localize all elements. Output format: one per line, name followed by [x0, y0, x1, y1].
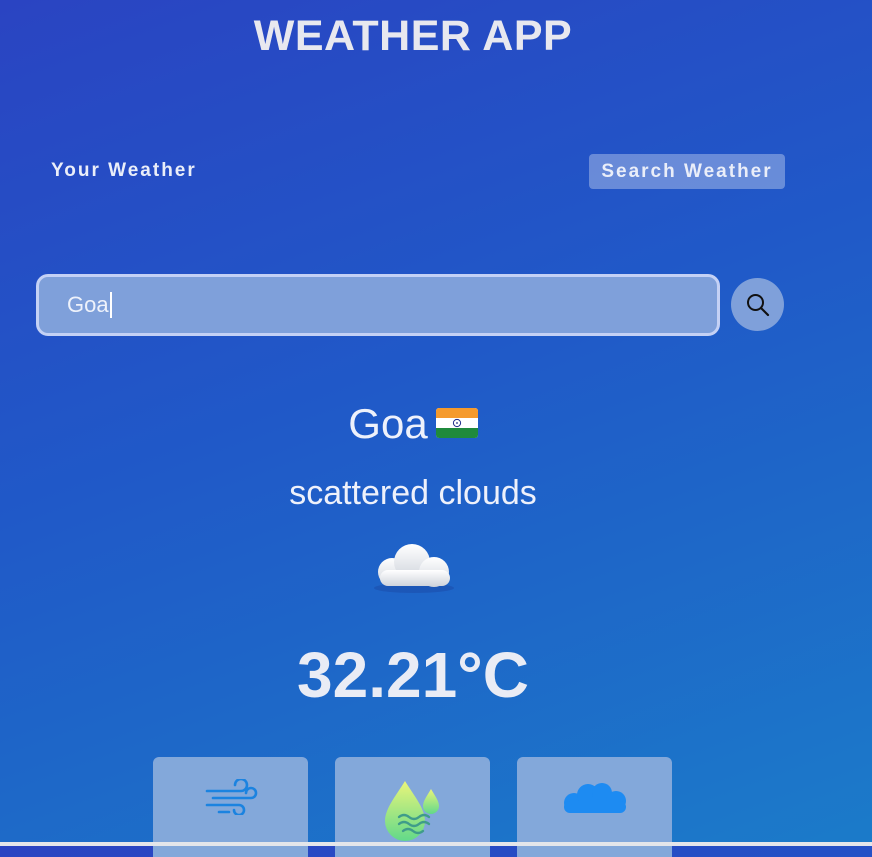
india-flag-icon	[435, 400, 478, 448]
wind-icon	[205, 779, 257, 815]
tab-your-weather[interactable]: Your Weather	[51, 160, 197, 182]
cloud-icon	[370, 542, 458, 596]
humidity-icon	[384, 781, 439, 841]
app-title: WEATHER APP	[253, 12, 573, 60]
search-input-value: Goa	[67, 292, 109, 317]
search-input[interactable]: Goa	[36, 274, 720, 336]
text-cursor	[109, 292, 112, 318]
weather-description: scattered clouds	[289, 474, 537, 512]
clouds-icon	[563, 783, 626, 813]
tab-search-weather[interactable]: Search Weather	[589, 154, 785, 189]
bottom-divider	[0, 842, 872, 846]
search-button[interactable]	[731, 278, 784, 331]
temperature-value: 32.21°C	[297, 639, 529, 711]
search-icon	[746, 293, 769, 316]
city-heading: Goa	[0, 400, 826, 448]
city-name: Goa	[348, 400, 428, 447]
